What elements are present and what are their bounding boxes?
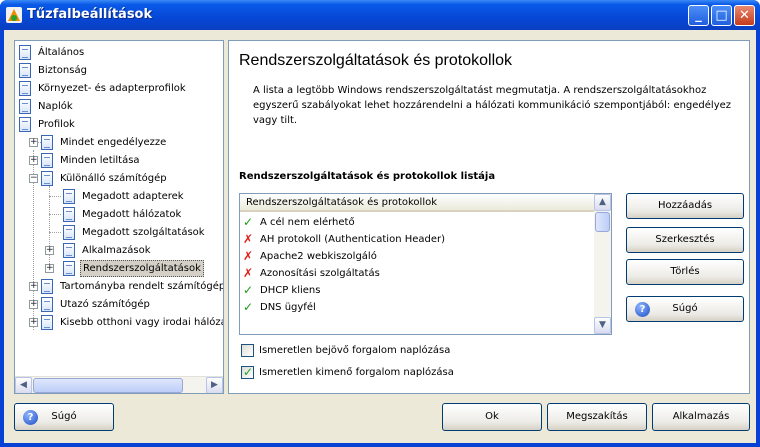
collapse-toggle[interactable]: − bbox=[29, 174, 38, 183]
add-button[interactable]: Hozzáadás bbox=[626, 193, 744, 219]
checkbox-box[interactable]: ✓ bbox=[241, 365, 254, 379]
scroll-up-button[interactable]: ▲ bbox=[594, 194, 611, 211]
close-button[interactable]: ✕ bbox=[734, 5, 755, 26]
checkmark-icon: ✓ bbox=[243, 365, 254, 379]
expand-toggle[interactable]: + bbox=[29, 156, 38, 165]
document-icon bbox=[41, 135, 53, 150]
app-logo-icon bbox=[6, 7, 22, 23]
content-panel: Rendszerszolgáltatások és protokollok A … bbox=[228, 40, 750, 394]
tree-horizontal-scrollbar[interactable]: ◀ ▶ bbox=[15, 376, 223, 393]
document-icon bbox=[63, 243, 75, 258]
check-icon: ✓ bbox=[243, 283, 254, 297]
scroll-right-button[interactable]: ▶ bbox=[206, 377, 223, 393]
scroll-left-button[interactable]: ◀ bbox=[15, 377, 32, 393]
list-item[interactable]: ✗ Apache2 webkiszolgáló bbox=[240, 248, 595, 265]
check-icon: ✓ bbox=[243, 215, 254, 229]
document-icon bbox=[41, 153, 53, 168]
expand-toggle[interactable]: + bbox=[45, 264, 54, 273]
document-icon bbox=[41, 279, 53, 294]
log-outgoing-checkbox[interactable]: ✓ Ismeretlen kimenő forgalom naplózása bbox=[241, 365, 541, 380]
scroll-thumb[interactable] bbox=[595, 212, 610, 232]
minimize-button[interactable]: _ bbox=[688, 5, 709, 26]
scroll-down-button[interactable]: ▼ bbox=[594, 317, 611, 334]
edit-button[interactable]: Szerkesztés bbox=[626, 227, 744, 253]
services-list[interactable]: Rendszerszolgáltatások és protokollok ✓ … bbox=[239, 193, 612, 335]
document-icon bbox=[41, 297, 53, 312]
settings-tree: Általános Biztonság Környezet- és adapte… bbox=[14, 40, 224, 394]
document-icon bbox=[19, 81, 31, 96]
expand-toggle[interactable]: + bbox=[29, 300, 38, 309]
window-title: Tűzfalbeállítások bbox=[27, 7, 153, 22]
document-icon bbox=[41, 315, 53, 330]
delete-button[interactable]: Törlés bbox=[626, 259, 744, 285]
list-section-title: Rendszerszolgáltatások és protokollok li… bbox=[239, 171, 496, 182]
footer-help-button[interactable]: ? Súgó bbox=[14, 403, 114, 431]
list-item[interactable]: ✓ DNS ügyfél bbox=[240, 299, 595, 316]
list-item[interactable]: ✗ AH protokoll (Authentication Header) bbox=[240, 231, 595, 248]
document-icon bbox=[63, 225, 75, 240]
cross-icon: ✗ bbox=[243, 232, 254, 246]
document-icon bbox=[19, 99, 31, 114]
help-icon: ? bbox=[23, 410, 38, 425]
list-item[interactable]: ✓ DHCP kliens bbox=[240, 282, 595, 299]
firewall-settings-window: Tűzfalbeállítások _ □ ✕ Általános Bizton… bbox=[0, 0, 760, 447]
page-description: A lista a legtöbb Windows rendszerszolgá… bbox=[253, 85, 732, 126]
expand-toggle[interactable]: + bbox=[29, 318, 38, 327]
window-client-area: Általános Biztonság Környezet- és adapte… bbox=[4, 30, 756, 443]
ok-button[interactable]: Ok bbox=[442, 403, 542, 431]
check-icon: ✓ bbox=[243, 300, 254, 314]
help-icon: ? bbox=[635, 302, 650, 317]
list-item[interactable]: ✗ Azonosítási szolgáltatás bbox=[240, 265, 595, 282]
document-icon bbox=[19, 63, 31, 78]
scroll-thumb[interactable] bbox=[33, 378, 183, 393]
document-icon bbox=[63, 261, 75, 276]
cross-icon: ✗ bbox=[243, 249, 254, 263]
maximize-button[interactable]: □ bbox=[711, 5, 732, 26]
cancel-button[interactable]: Megszakítás bbox=[547, 403, 647, 431]
document-icon bbox=[63, 207, 75, 222]
checkbox-box[interactable] bbox=[241, 344, 254, 357]
expand-toggle[interactable]: + bbox=[29, 138, 38, 147]
document-icon bbox=[19, 117, 31, 132]
page-title: Rendszerszolgáltatások és protokollok bbox=[239, 52, 513, 69]
apply-button[interactable]: Alkalmazás bbox=[652, 403, 750, 431]
list-item[interactable]: ✓ A cél nem elérhető bbox=[240, 214, 595, 231]
list-vertical-scrollbar[interactable]: ▲ ▼ bbox=[594, 194, 611, 334]
help-button[interactable]: ? Súgó bbox=[626, 296, 744, 322]
expand-toggle[interactable]: + bbox=[45, 246, 54, 255]
document-icon bbox=[19, 45, 31, 60]
cross-icon: ✗ bbox=[243, 266, 254, 280]
document-icon bbox=[63, 189, 75, 204]
expand-toggle[interactable]: + bbox=[29, 282, 38, 291]
document-icon bbox=[41, 171, 53, 186]
list-column-header[interactable]: Rendszerszolgáltatások és protokollok bbox=[240, 194, 595, 212]
title-bar[interactable]: Tűzfalbeállítások _ □ ✕ bbox=[0, 0, 760, 30]
log-incoming-checkbox[interactable]: Ismeretlen bejövő forgalom naplózása bbox=[241, 344, 541, 358]
